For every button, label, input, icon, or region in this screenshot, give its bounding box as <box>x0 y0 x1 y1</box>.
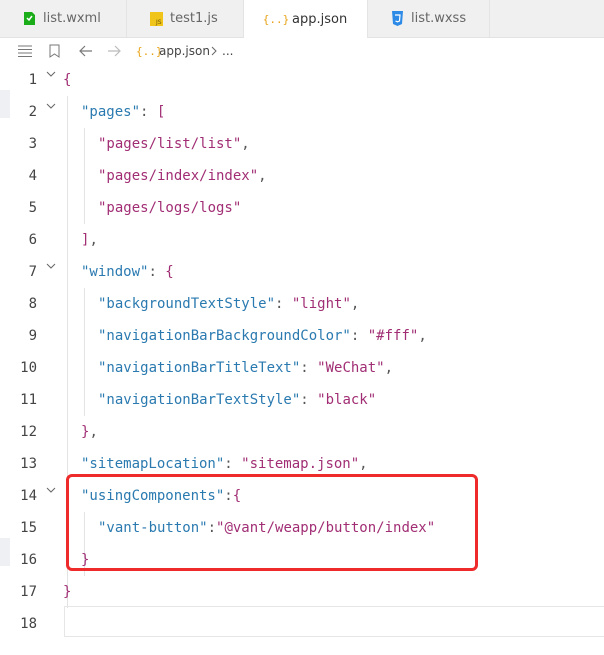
json-separator: : <box>224 456 242 472</box>
json-comma: , <box>241 136 250 152</box>
json-key: "backgroundTextStyle" <box>98 296 276 312</box>
line-number: 3 <box>28 136 37 152</box>
fold-chevron-icon[interactable] <box>45 58 57 90</box>
code-line-5: "pages/logs/logs" <box>98 192 241 224</box>
back-arrow-icon[interactable] <box>79 45 93 57</box>
breadcrumb-more[interactable]: ... <box>222 44 233 58</box>
tab-label: test1.js <box>170 11 218 26</box>
json-comma: , <box>350 296 360 312</box>
indent-guide <box>84 288 85 416</box>
code-line-3: "pages/list/list", <box>98 128 250 160</box>
chevron-right-icon <box>211 46 218 56</box>
json-file-icon: {..} <box>262 12 290 26</box>
line-number: 18 <box>20 616 37 632</box>
code-line-2: "pages": [ <box>81 96 165 128</box>
json-comma: , <box>89 424 98 440</box>
json-comma: , <box>418 328 427 344</box>
line-number: 16 <box>20 552 37 568</box>
code-line-12: }, <box>81 416 98 448</box>
highlight-annotation-box <box>66 474 478 571</box>
fold-chevron-icon[interactable] <box>45 90 57 122</box>
json-string: "sitemap.json" <box>241 456 360 472</box>
json-key: "navigationBarTitleText" <box>98 360 301 376</box>
line-number: 5 <box>28 200 37 216</box>
indent-guide <box>84 128 85 224</box>
svg-text:JS: JS <box>155 19 162 26</box>
line-number: 6 <box>28 232 37 248</box>
json-comma: , <box>89 232 98 248</box>
json-comma: , <box>359 456 368 472</box>
line-number: 17 <box>20 584 37 600</box>
code-line-11: "navigationBarTextStyle": "black" <box>98 384 376 416</box>
line-number: 7 <box>28 264 37 280</box>
code-editor[interactable]: 1 2 3 4 5 6 7 8 9 10 11 12 13 14 15 16 1… <box>0 64 604 655</box>
bookmark-icon[interactable] <box>49 44 60 58</box>
tab-app-json[interactable]: {..} app.json <box>244 0 368 38</box>
line-number: 10 <box>20 360 37 376</box>
tab-label: app.json <box>292 11 348 27</box>
json-comma: , <box>258 168 267 184</box>
code-line-7: "window": { <box>81 256 174 288</box>
json-string: "WeChat" <box>317 360 385 376</box>
code-line-8: "backgroundTextStyle": "light", <box>98 288 359 320</box>
editor-tab-bar: list.wxml JS test1.js {..} app.json list… <box>0 0 604 38</box>
line-number: 8 <box>28 296 37 312</box>
line-number: 15 <box>20 520 37 536</box>
code-line-9: "navigationBarBackgroundColor": "#fff", <box>98 320 427 352</box>
tab-label: list.wxml <box>43 11 101 26</box>
json-key: "navigationBarTextStyle" <box>98 392 301 408</box>
json-separator: : <box>300 392 318 408</box>
code-line-1: { <box>63 64 71 96</box>
json-separator: : <box>350 328 368 344</box>
json-string: "light" <box>291 296 351 312</box>
json-string: "pages/logs/logs" <box>98 200 242 216</box>
tab-list-wxss[interactable]: list.wxss <box>368 0 490 37</box>
fold-chevron-icon[interactable] <box>45 250 57 282</box>
json-string: "black" <box>317 392 377 408</box>
line-number: 2 <box>28 104 37 120</box>
json-separator: : <box>300 360 318 376</box>
json-bracket: [ <box>156 104 166 120</box>
json-brace: } <box>63 584 72 600</box>
list-icon[interactable] <box>18 45 32 57</box>
tab-test1-js[interactable]: JS test1.js <box>127 0 244 37</box>
json-separator: : <box>140 104 157 120</box>
line-number: 4 <box>28 168 37 184</box>
json-key: "sitemapLocation" <box>81 456 225 472</box>
line-number: 13 <box>20 456 37 472</box>
fold-chevron-icon[interactable] <box>45 474 57 506</box>
json-separator: : <box>275 296 292 312</box>
wxml-file-icon <box>22 11 37 26</box>
json-brace: { <box>63 72 72 88</box>
current-line-highlight[interactable] <box>64 606 604 637</box>
json-string: "pages/list/list" <box>98 136 242 152</box>
breadcrumb-file[interactable]: app.json <box>159 44 210 58</box>
json-key: "pages" <box>81 104 141 120</box>
wxss-file-icon <box>390 11 405 26</box>
code-line-10: "navigationBarTitleText": "WeChat", <box>98 352 393 384</box>
code-line-4: "pages/index/index", <box>98 160 267 192</box>
json-brace: { <box>165 264 174 280</box>
json-string: "#fff" <box>367 328 419 344</box>
line-number: 9 <box>28 328 37 344</box>
js-file-icon: JS <box>149 11 164 26</box>
line-number: 14 <box>20 488 37 504</box>
code-line-6: ], <box>81 224 98 256</box>
code-line-17: } <box>63 576 71 608</box>
tab-list-wxml[interactable]: list.wxml <box>0 0 127 37</box>
json-key: "navigationBarBackgroundColor" <box>98 328 351 344</box>
json-key: "window" <box>81 264 149 280</box>
line-number: 1 <box>28 72 37 88</box>
forward-arrow-icon[interactable] <box>107 45 121 57</box>
tab-label: list.wxss <box>411 11 467 26</box>
json-separator: : <box>148 264 166 280</box>
line-number: 12 <box>20 424 37 440</box>
json-comma: , <box>384 360 394 376</box>
json-string: "pages/index/index" <box>98 168 259 184</box>
breadcrumb-bar: {..} app.json ... <box>0 38 604 64</box>
line-number: 11 <box>20 392 37 408</box>
